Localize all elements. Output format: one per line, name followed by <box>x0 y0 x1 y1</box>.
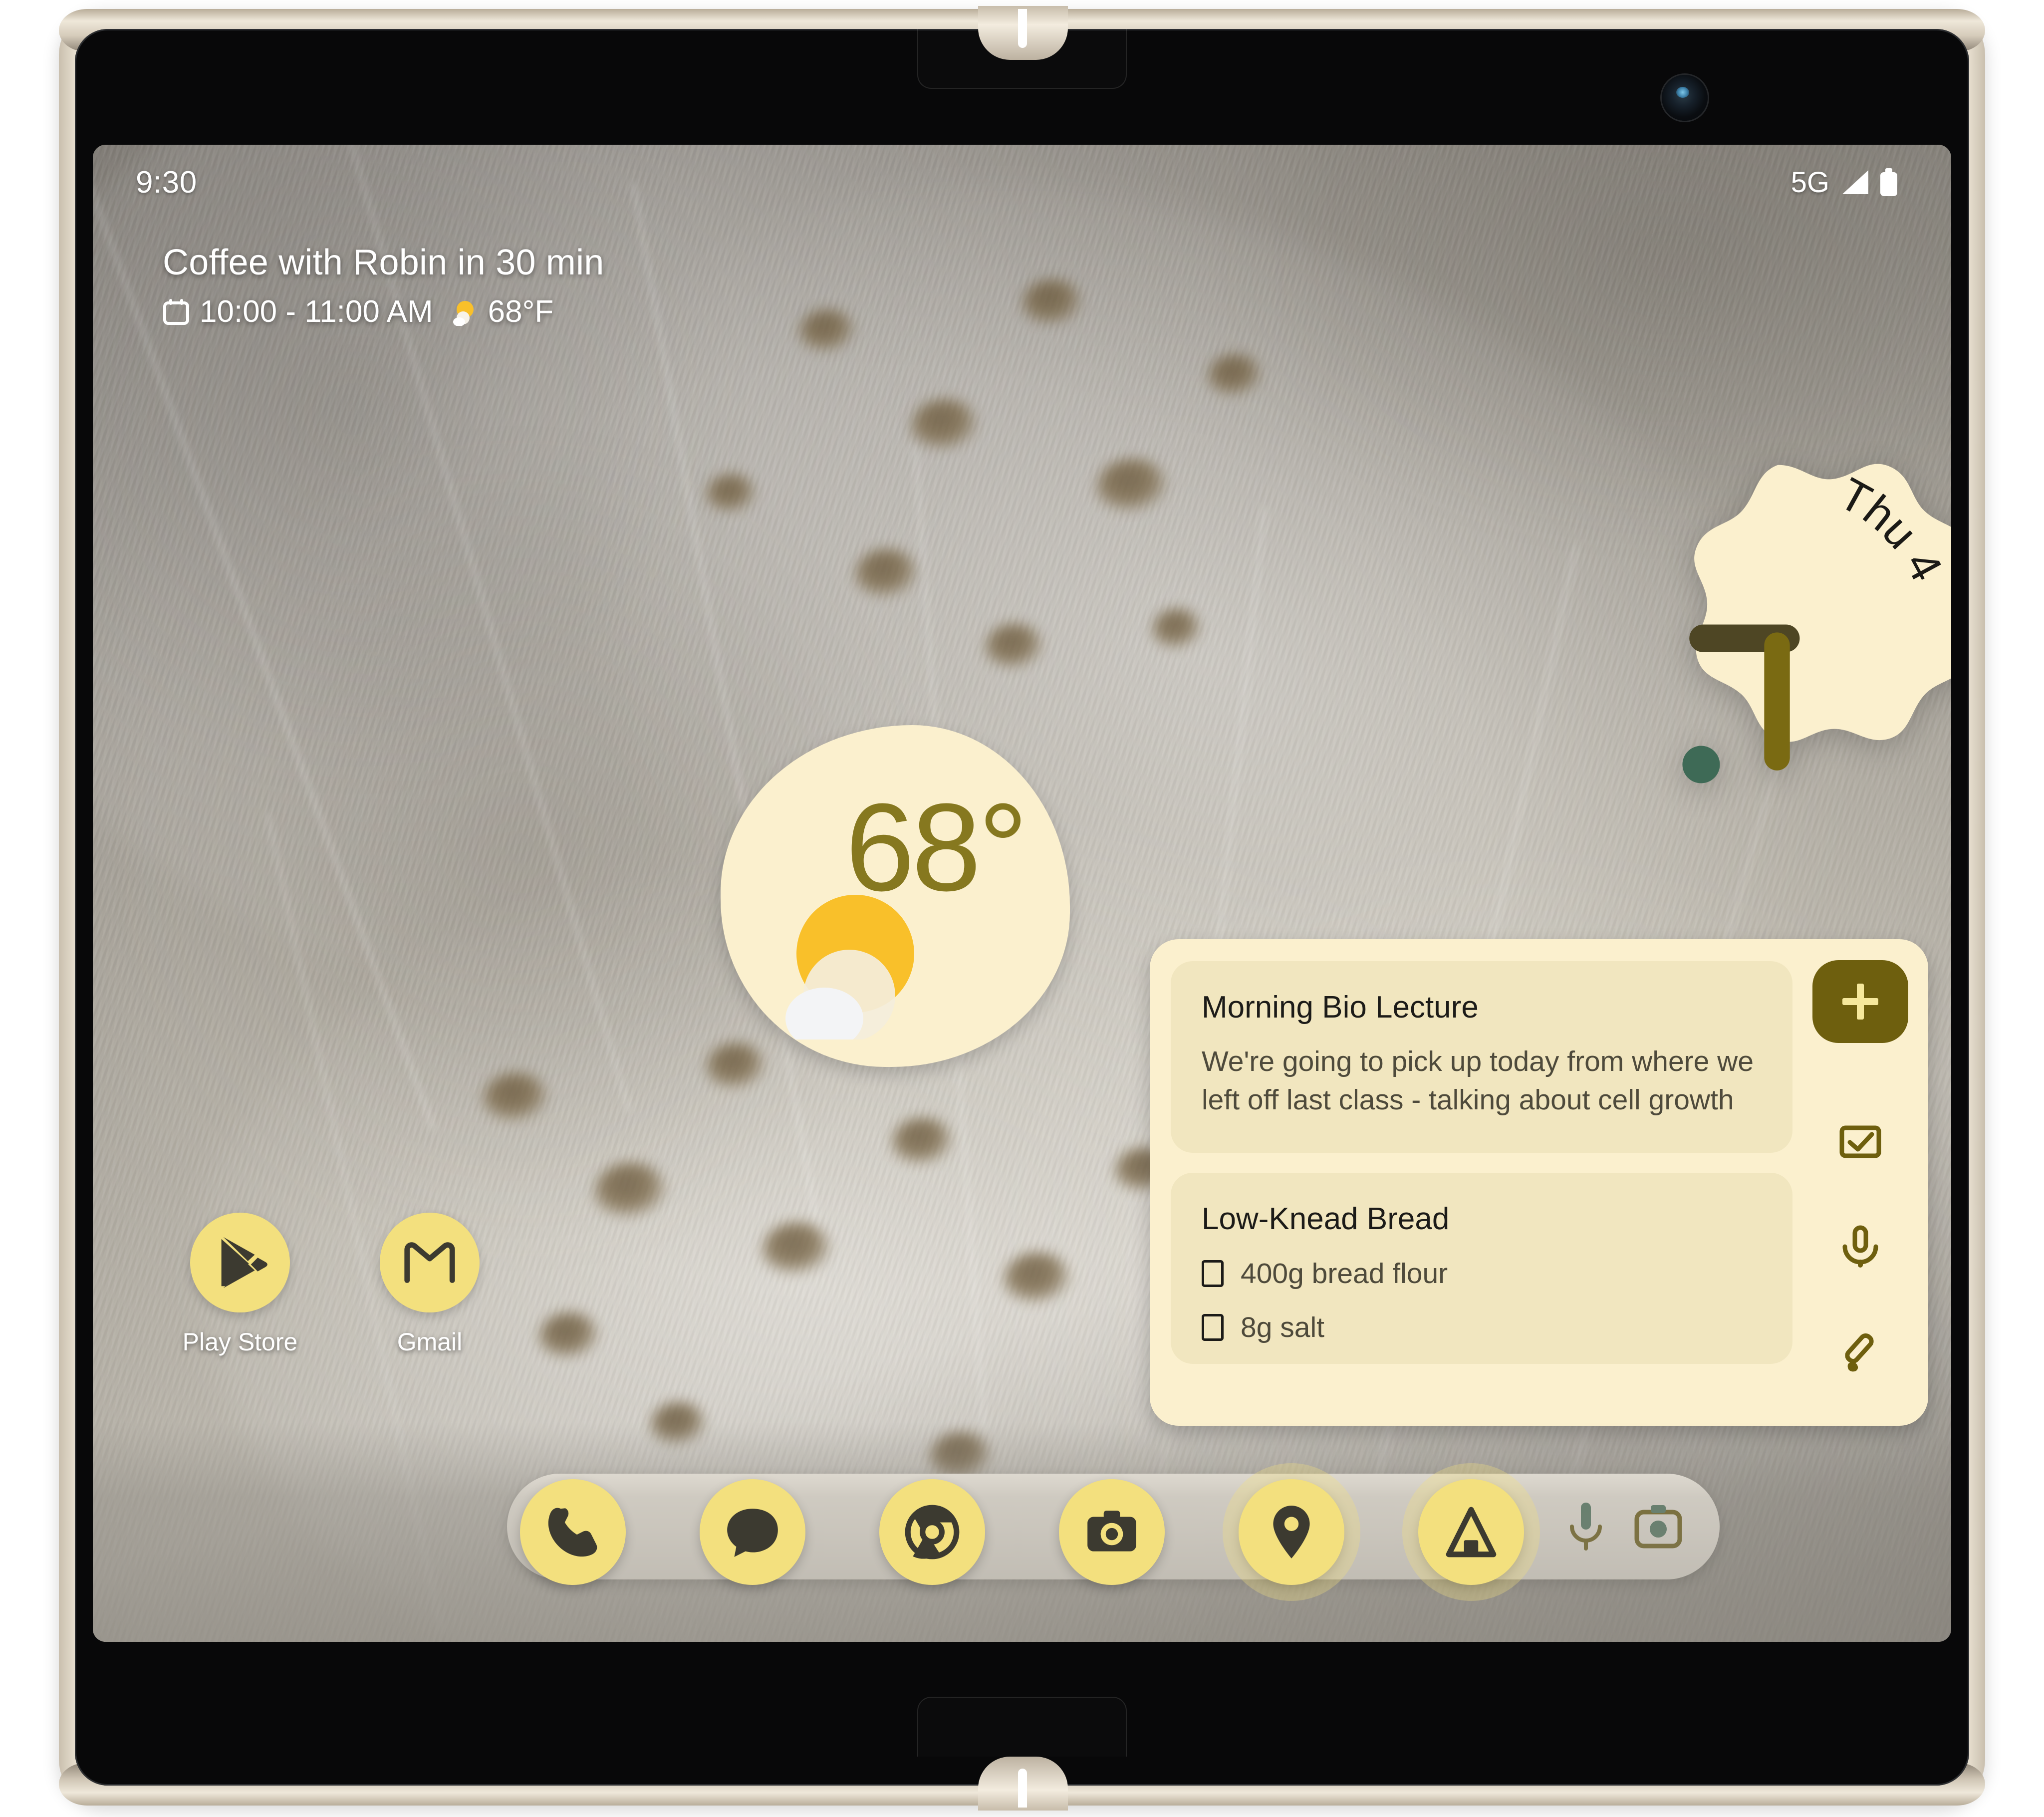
status-indicators: 5G <box>1791 166 1897 199</box>
checklist-label: 8g salt <box>1241 1311 1324 1343</box>
app-label: Gmail <box>397 1328 463 1356</box>
sun-behind-cloud-icon <box>785 895 914 1039</box>
glance-temperature: 68°F <box>488 294 554 329</box>
new-list-button[interactable] <box>1837 1118 1884 1165</box>
dock-item-maps[interactable] <box>1239 1479 1344 1585</box>
play-store-icon <box>221 1237 267 1289</box>
note-card[interactable]: Morning Bio Lecture We're going to pick … <box>1171 961 1792 1153</box>
keep-action-rail <box>1792 939 1928 1426</box>
plus-icon <box>1842 984 1878 1020</box>
checkbox-unchecked-icon[interactable] <box>1202 1260 1224 1287</box>
checklist-item[interactable]: 8g salt <box>1202 1311 1762 1344</box>
new-note-button[interactable] <box>1812 960 1908 1043</box>
app-label: Play Store <box>182 1328 298 1356</box>
app-badge[interactable] <box>190 1213 290 1312</box>
calendar-icon <box>163 298 189 325</box>
checklist-label: 400g bread flour <box>1241 1257 1448 1290</box>
status-time: 9:30 <box>136 165 197 200</box>
network-label: 5G <box>1790 166 1829 199</box>
keep-notes-list: Morning Bio Lecture We're going to pick … <box>1171 961 1792 1384</box>
app-shortcut-gmail[interactable]: Gmail <box>362 1213 497 1356</box>
hinge-gap-top <box>1018 9 1027 48</box>
note-card[interactable]: Low-Knead Bread 400g bread flour 8g salt <box>1171 1172 1792 1364</box>
device-frame: 9:30 5G Coffee with Robin in 30 min 10:0… <box>0 0 2044 1817</box>
status-bar: 9:30 5G <box>93 145 1951 220</box>
hinge-gap-bottom <box>1018 1769 1027 1808</box>
dock-item-phone[interactable] <box>520 1479 626 1585</box>
camera-icon <box>1087 1511 1136 1552</box>
clock-widget[interactable]: Thu 4 <box>1581 449 1951 843</box>
checklist-item[interactable]: 400g bread flour <box>1202 1257 1762 1290</box>
note-body: We're going to pick up today from where … <box>1202 1045 1754 1116</box>
glance-time-range: 10:00 - 11:00 AM <box>200 294 433 329</box>
front-camera-icon <box>1662 75 1708 121</box>
home-icon <box>1446 1507 1497 1557</box>
app-dock <box>93 1422 1951 1642</box>
keep-notes-widget[interactable]: Morning Bio Lecture We're going to pick … <box>1150 939 1928 1426</box>
app-badge[interactable] <box>380 1213 480 1312</box>
dock-item-messages[interactable] <box>700 1479 805 1585</box>
dock-item-camera[interactable] <box>1059 1479 1165 1585</box>
phone-icon <box>548 1508 597 1557</box>
home-screen: 9:30 5G Coffee with Robin in 30 min 10:0… <box>93 145 1951 1642</box>
at-a-glance-widget[interactable]: Coffee with Robin in 30 min 10:00 - 11:0… <box>163 242 604 329</box>
app-shortcut-play-store[interactable]: Play Store <box>173 1213 307 1356</box>
note-title: Low-Knead Bread <box>1202 1201 1450 1236</box>
messages-icon <box>727 1509 778 1557</box>
signal-bars-icon <box>1842 170 1868 194</box>
glance-subtitle: 10:00 - 11:00 AM 68°F <box>163 294 604 329</box>
voice-note-button[interactable] <box>1837 1224 1884 1271</box>
dock-item-chrome[interactable] <box>879 1479 985 1585</box>
hinge-notch-bottom <box>917 1697 1127 1757</box>
drawing-note-button[interactable] <box>1837 1329 1884 1376</box>
partly-sunny-icon <box>450 298 478 326</box>
glance-title: Coffee with Robin in 30 min <box>163 243 604 282</box>
dock-item-home[interactable] <box>1418 1479 1524 1585</box>
app-shortcuts: Play Store Gmail <box>173 1213 497 1356</box>
checkbox-unchecked-icon[interactable] <box>1202 1313 1224 1341</box>
note-title: Morning Bio Lecture <box>1202 990 1479 1025</box>
maps-pin-icon <box>1273 1506 1310 1558</box>
gmail-icon <box>404 1242 455 1283</box>
battery-full-icon <box>1880 168 1897 196</box>
chrome-icon <box>905 1505 960 1559</box>
